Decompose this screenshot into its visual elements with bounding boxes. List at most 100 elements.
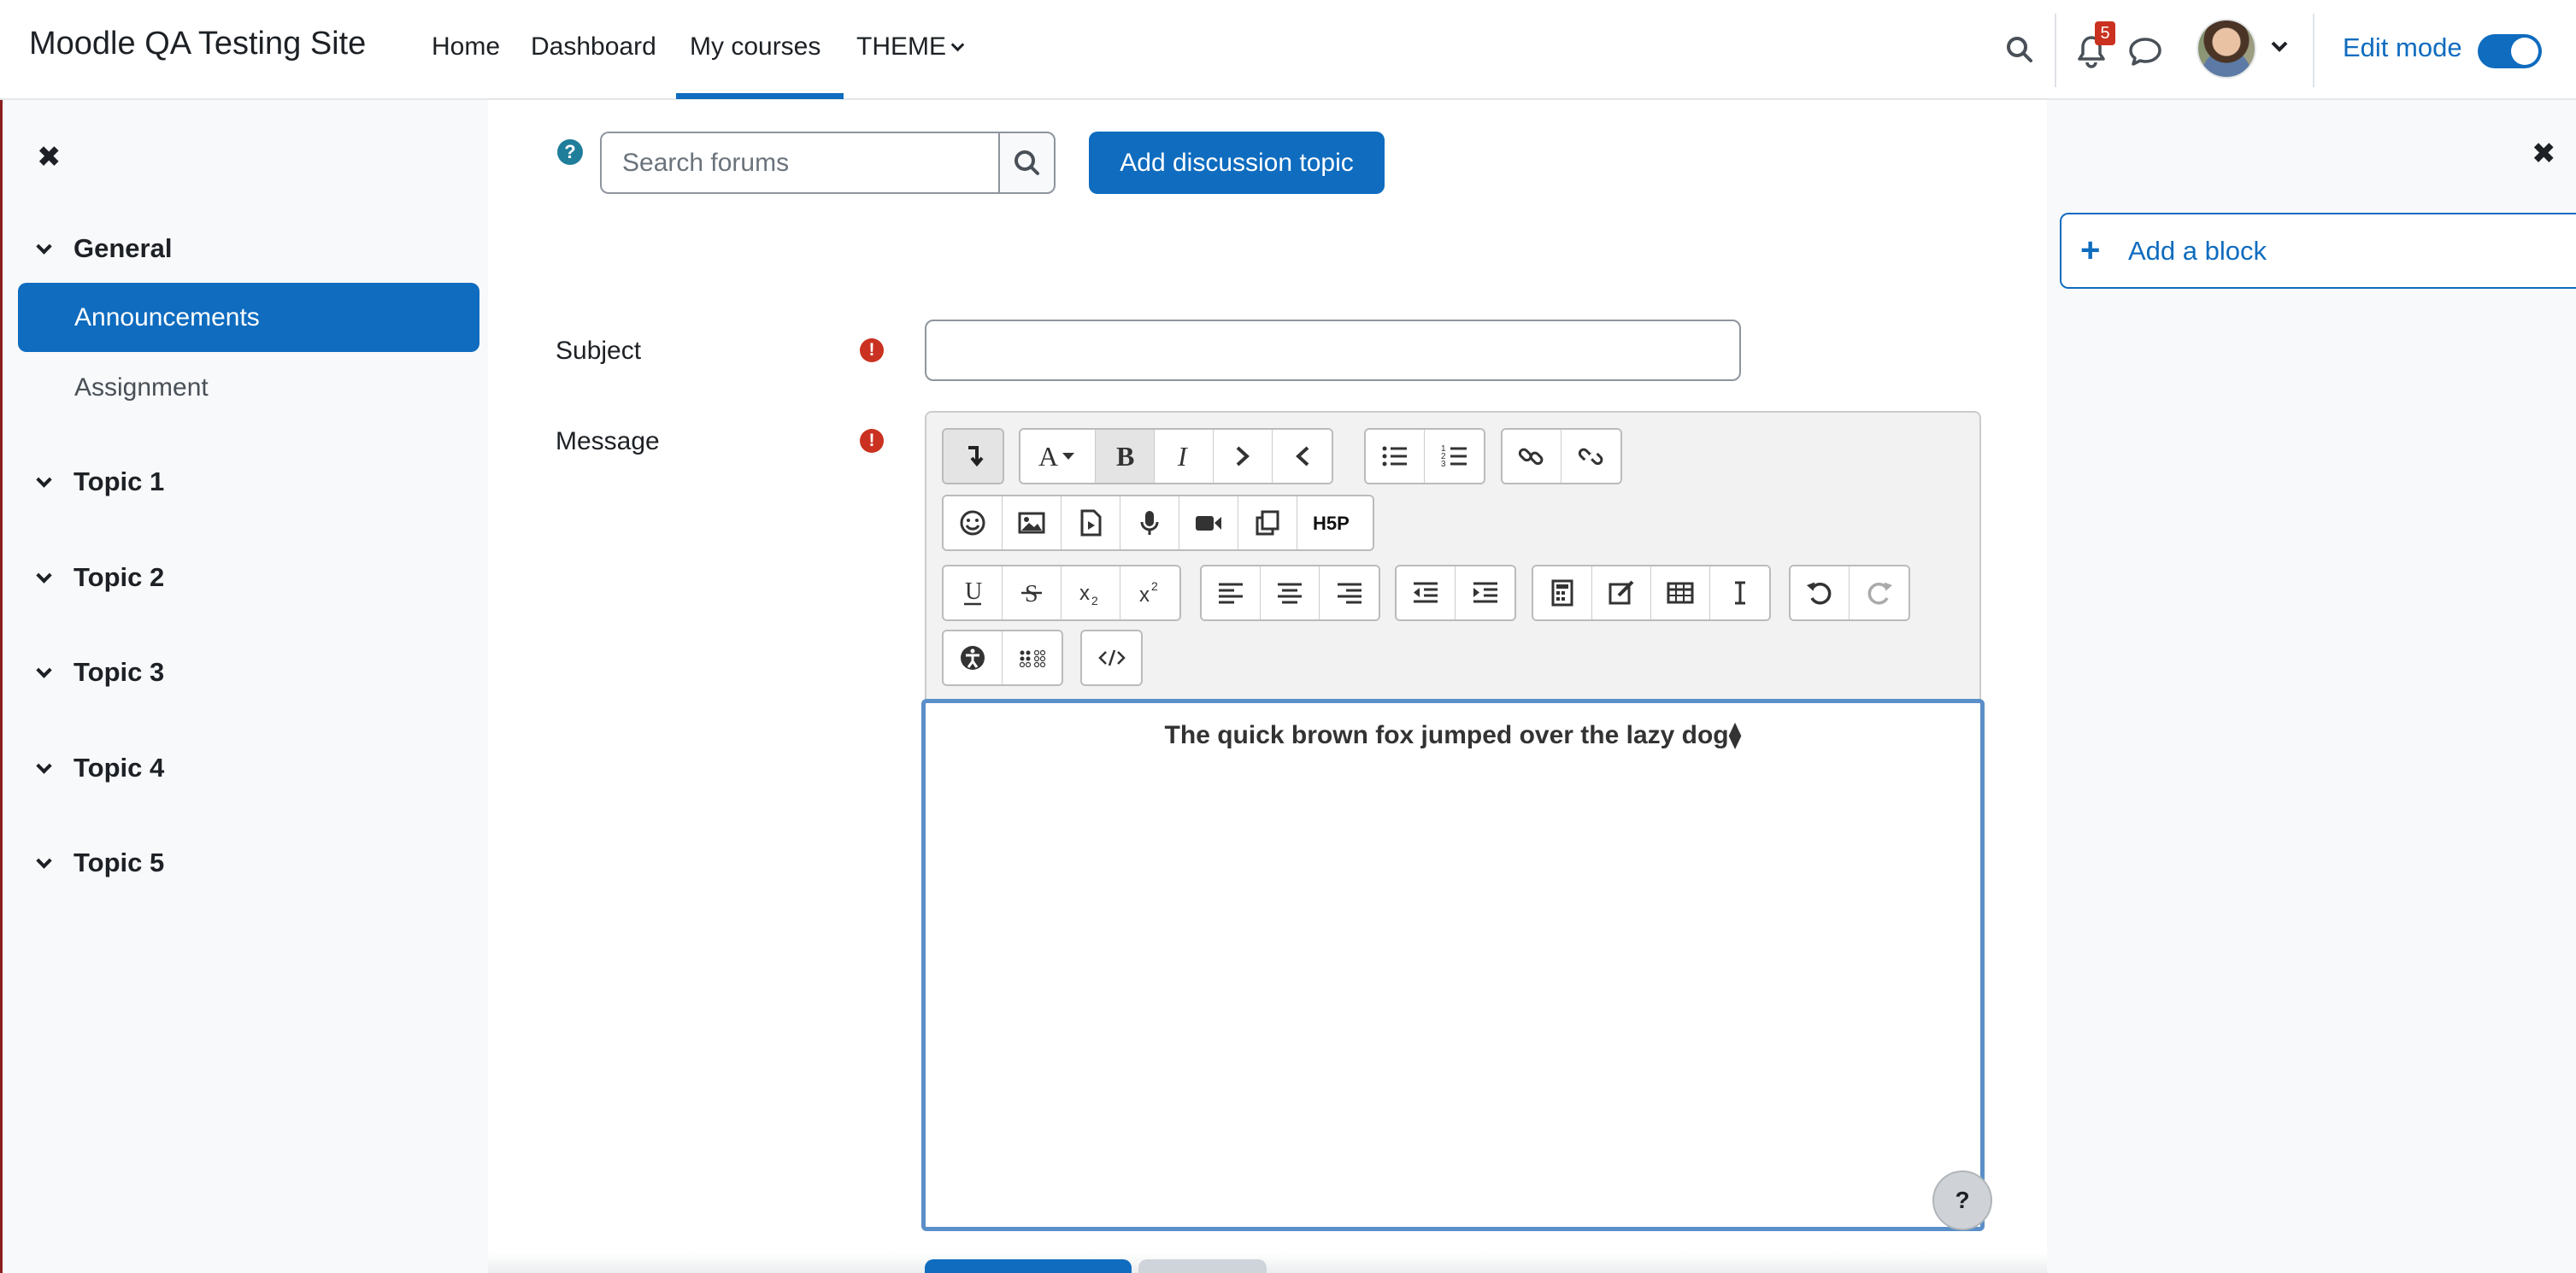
add-discussion-topic-button[interactable]: Add discussion topic bbox=[1089, 132, 1385, 194]
nav-theme[interactable]: THEME bbox=[856, 32, 965, 62]
cancel-button[interactable] bbox=[1138, 1259, 1267, 1273]
toolbar-group-history bbox=[1789, 565, 1910, 621]
help-icon[interactable]: ? bbox=[557, 139, 583, 165]
chevron-down-icon[interactable] bbox=[2270, 39, 2289, 59]
section-topic-1[interactable]: Topic 1 bbox=[36, 466, 165, 497]
nav-home[interactable]: Home bbox=[432, 32, 500, 62]
toolbar-group-html bbox=[1080, 630, 1143, 686]
media-icon[interactable] bbox=[1062, 496, 1120, 549]
section-general[interactable]: General bbox=[36, 233, 173, 264]
emoji-icon[interactable] bbox=[944, 496, 1003, 549]
post-to-forum-button[interactable] bbox=[925, 1259, 1132, 1273]
section-label: Topic 4 bbox=[74, 753, 165, 783]
unordered-list-icon[interactable] bbox=[1366, 430, 1425, 483]
underline-icon[interactable]: U bbox=[944, 566, 1003, 619]
subscript-icon[interactable]: x2 bbox=[1062, 566, 1120, 619]
edit-mode-toggle[interactable] bbox=[2478, 34, 2542, 68]
edit-icon[interactable] bbox=[1592, 566, 1651, 619]
chevron-down-icon bbox=[36, 662, 52, 678]
subject-input[interactable] bbox=[925, 320, 1741, 381]
outdent-icon[interactable] bbox=[1397, 566, 1456, 619]
toolbar-collapse-button[interactable] bbox=[944, 430, 1003, 483]
drawer-link-announcements[interactable]: Announcements bbox=[18, 283, 479, 352]
user-avatar[interactable] bbox=[2197, 19, 2256, 79]
add-block-button[interactable]: + Add a block bbox=[2060, 213, 2576, 289]
search-forums-input[interactable] bbox=[600, 132, 998, 194]
site-name[interactable]: Moodle QA Testing Site bbox=[29, 26, 366, 62]
indent-icon[interactable] bbox=[1456, 566, 1514, 619]
chevron-down-icon bbox=[36, 853, 52, 869]
toolbar-group-accessibility bbox=[942, 630, 1063, 686]
toolbar-group-indent bbox=[1395, 565, 1516, 621]
add-block-label: Add a block bbox=[2128, 236, 2267, 266]
h5p-icon[interactable]: H5P bbox=[1297, 496, 1373, 549]
messages-icon[interactable] bbox=[2128, 36, 2162, 71]
section-label: Topic 5 bbox=[74, 848, 165, 877]
close-drawer-icon[interactable]: ✖ bbox=[37, 140, 62, 174]
toolbar-indent-left-icon[interactable] bbox=[1273, 430, 1332, 483]
microphone-icon[interactable] bbox=[1120, 496, 1179, 549]
message-content: The quick brown fox jumped over the lazy… bbox=[1164, 721, 1742, 749]
section-topic-4[interactable]: Topic 4 bbox=[36, 753, 165, 783]
manage-files-icon[interactable] bbox=[1238, 496, 1297, 549]
toolbar-group-align bbox=[1200, 565, 1380, 621]
message-label: Message bbox=[556, 427, 660, 455]
notification-badge: 5 bbox=[2095, 21, 2115, 45]
align-right-icon[interactable] bbox=[1320, 566, 1379, 619]
editor-help-button[interactable]: ? bbox=[1932, 1170, 1992, 1230]
divider bbox=[2055, 14, 2056, 87]
align-left-icon[interactable] bbox=[1202, 566, 1261, 619]
drawer-link-assignment[interactable]: Assignment bbox=[18, 353, 479, 422]
accessibility-checker-icon[interactable] bbox=[944, 631, 1003, 684]
svg-text:H5P: H5P bbox=[1313, 513, 1350, 534]
toolbar-group-style: A B I bbox=[1019, 428, 1333, 484]
toolbar-bold-button[interactable]: B bbox=[1096, 430, 1155, 483]
chevron-down-icon bbox=[950, 38, 965, 52]
section-topic-5[interactable]: Topic 5 bbox=[36, 848, 165, 878]
svg-text:A: A bbox=[1038, 441, 1058, 472]
svg-text:2: 2 bbox=[1091, 594, 1098, 607]
link-icon[interactable] bbox=[1503, 430, 1561, 483]
toggle-knob bbox=[2511, 38, 2538, 65]
ordered-list-icon[interactable]: 123 bbox=[1425, 430, 1484, 483]
search-forums-button[interactable] bbox=[998, 132, 1056, 194]
section-label: Topic 2 bbox=[74, 562, 165, 592]
superscript-icon[interactable]: x2 bbox=[1120, 566, 1179, 619]
section-label: General bbox=[74, 233, 173, 263]
close-block-drawer-icon[interactable]: ✖ bbox=[2532, 137, 2556, 171]
equation-calculator-icon[interactable] bbox=[1533, 566, 1592, 619]
svg-text:x: x bbox=[1139, 584, 1150, 607]
table-icon[interactable] bbox=[1651, 566, 1710, 619]
unlink-icon[interactable] bbox=[1561, 430, 1620, 483]
nav-dashboard[interactable]: Dashboard bbox=[531, 32, 656, 62]
search-icon[interactable] bbox=[2004, 34, 2035, 69]
svg-text:3: 3 bbox=[1441, 460, 1446, 469]
screenreader-helper-icon[interactable] bbox=[1003, 631, 1062, 684]
toolbar-italic-button[interactable]: I bbox=[1155, 430, 1214, 483]
nav-my-courses[interactable]: My courses bbox=[690, 32, 820, 62]
toolbar-paragraph-style-button[interactable]: A bbox=[1020, 430, 1096, 483]
video-camera-icon[interactable] bbox=[1179, 496, 1238, 549]
nav-active-indicator bbox=[676, 93, 844, 99]
html-source-icon[interactable] bbox=[1082, 631, 1141, 684]
section-topic-3[interactable]: Topic 3 bbox=[36, 657, 164, 688]
redo-icon[interactable] bbox=[1850, 566, 1908, 619]
section-topic-2[interactable]: Topic 2 bbox=[36, 562, 165, 593]
nav-theme-label: THEME bbox=[856, 32, 946, 61]
section-label: Topic 1 bbox=[74, 466, 165, 496]
undo-icon[interactable] bbox=[1791, 566, 1850, 619]
edit-mode-label: Edit mode bbox=[2343, 32, 2462, 62]
editor-toolbar: A B I 123 H5P U S x2 x2 bbox=[925, 411, 1981, 701]
required-icon: ! bbox=[860, 429, 884, 453]
toolbar-indent-right-icon[interactable] bbox=[1214, 430, 1273, 483]
toolbar-group-lists: 123 bbox=[1364, 428, 1485, 484]
svg-text:U: U bbox=[965, 578, 982, 605]
align-center-icon[interactable] bbox=[1261, 566, 1320, 619]
chevron-down-icon bbox=[36, 472, 52, 488]
strikethrough-icon[interactable]: S bbox=[1003, 566, 1062, 619]
toolbar-group-collapse bbox=[942, 428, 1004, 484]
message-editor[interactable]: The quick brown fox jumped over the lazy… bbox=[921, 699, 1985, 1231]
subject-label: Subject bbox=[556, 337, 642, 365]
image-icon[interactable] bbox=[1003, 496, 1062, 549]
clear-formatting-icon[interactable] bbox=[1710, 566, 1769, 619]
